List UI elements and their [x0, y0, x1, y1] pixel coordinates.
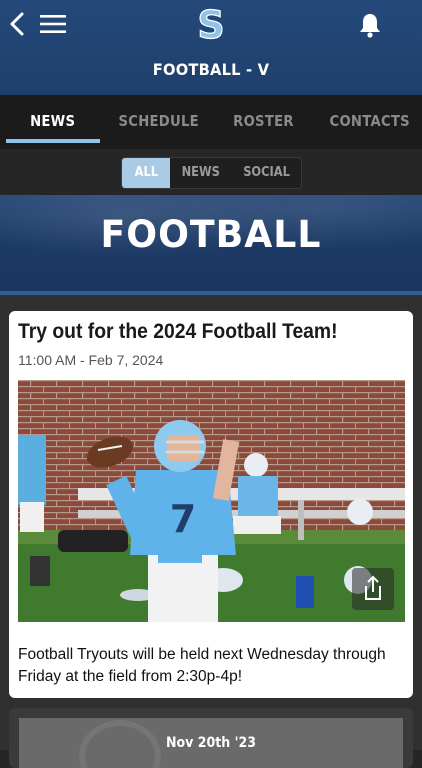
- back-icon[interactable]: [6, 10, 30, 38]
- filter-all-button[interactable]: ALL: [122, 158, 170, 188]
- filter-segmented-control: ALL NEWS SOCIAL: [121, 157, 302, 189]
- football-player-photo: 7: [18, 380, 405, 622]
- next-post-image: Nov 20th '23: [19, 718, 403, 768]
- tab-contacts[interactable]: CONTACTS: [317, 95, 422, 149]
- post-date: 11:00 AM - Feb 7, 2024: [18, 352, 163, 368]
- filter-social-button[interactable]: SOCIAL: [232, 158, 301, 188]
- tab-schedule[interactable]: SCHEDULE: [106, 95, 212, 149]
- tab-bar: NEWS SCHEDULE ROSTER CONTACTS: [0, 95, 422, 149]
- menu-icon[interactable]: [38, 13, 68, 35]
- banner-title: FOOTBALL: [4, 213, 418, 256]
- tab-roster[interactable]: ROSTER: [211, 95, 317, 149]
- news-card-next[interactable]: Nov 20th '23: [9, 708, 413, 768]
- filter-bar: ALL NEWS SOCIAL: [0, 149, 422, 195]
- sport-banner: FOOTBALL: [0, 195, 422, 295]
- svg-text:7: 7: [170, 497, 196, 541]
- svg-text:S: S: [197, 5, 224, 43]
- post-image[interactable]: 7: [18, 380, 405, 622]
- page-title: FOOTBALL - V: [17, 60, 405, 79]
- school-logo: S: [196, 5, 226, 43]
- next-post-date: Nov 20th '23: [38, 735, 384, 751]
- filter-news-button[interactable]: NEWS: [170, 158, 232, 188]
- post-body: Football Tryouts will be held next Wedne…: [18, 644, 410, 688]
- share-button[interactable]: [352, 568, 394, 610]
- news-feed[interactable]: Try out for the 2024 Football Team! 11:0…: [0, 295, 422, 750]
- share-icon: [352, 568, 394, 610]
- bell-icon[interactable]: [357, 11, 383, 39]
- news-card[interactable]: Try out for the 2024 Football Team! 11:0…: [9, 311, 413, 698]
- post-title: Try out for the 2024 Football Team!: [18, 320, 338, 344]
- tab-news[interactable]: NEWS: [0, 95, 106, 149]
- app-header: S FOOTBALL - V: [0, 0, 422, 95]
